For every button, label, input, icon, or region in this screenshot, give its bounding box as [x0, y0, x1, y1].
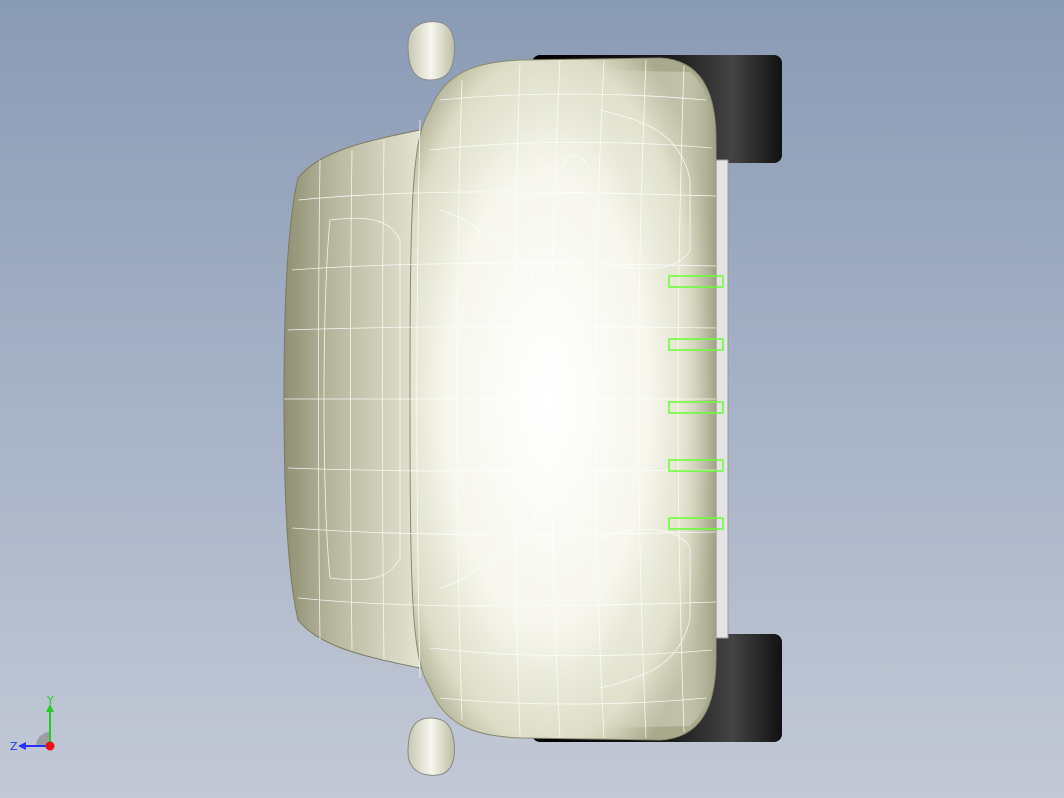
- model-view[interactable]: [0, 0, 1064, 798]
- z-axis-arrow-icon: [18, 742, 26, 750]
- x-axis-dot-icon: [45, 741, 55, 751]
- mirror-left[interactable]: [407, 21, 455, 81]
- z-axis-label: Z: [10, 740, 18, 753]
- y-axis-label: Y: [46, 696, 54, 707]
- 3d-viewport[interactable]: Y Z: [0, 0, 1064, 798]
- mirror-right[interactable]: [407, 717, 455, 776]
- orientation-triad[interactable]: Y Z: [8, 696, 68, 756]
